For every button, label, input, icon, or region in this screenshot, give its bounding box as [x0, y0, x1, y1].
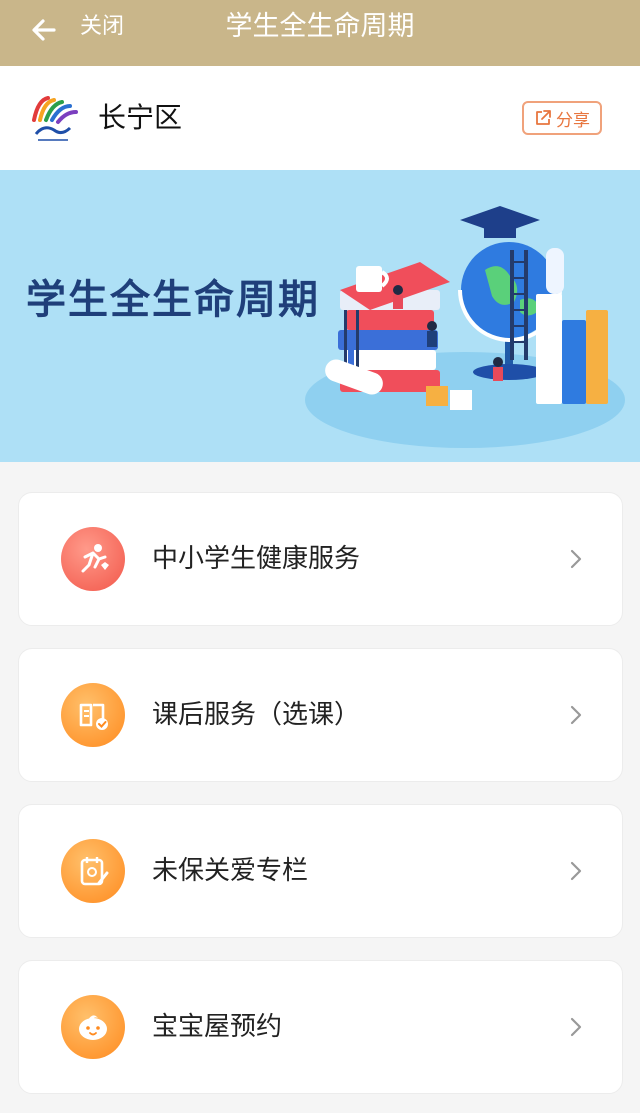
service-card-health[interactable]: 中小学生健康服务 [18, 492, 623, 626]
service-card-baby-house[interactable]: 宝宝屋预约 [18, 960, 623, 1094]
share-icon [536, 110, 551, 125]
service-label: 未保关爱专栏 [152, 856, 309, 886]
chevron-right-icon [570, 705, 582, 725]
service-label: 宝宝屋预约 [152, 1012, 283, 1042]
share-button[interactable]: 分享 [522, 101, 602, 135]
notebook-pen-icon [61, 839, 125, 903]
baby-face-icon [61, 995, 125, 1059]
top-bar: 关闭 学生全生命周期 [0, 0, 640, 66]
education-illustration [305, 206, 625, 448]
chevron-right-icon [570, 861, 582, 881]
service-card-after-school[interactable]: 课后服务（选课） [18, 648, 623, 782]
running-icon [61, 527, 125, 591]
share-label: 分享 [556, 110, 590, 131]
page-title: 学生全生命周期 [225, 11, 415, 42]
hero-banner: 学生全生命周期 [0, 170, 640, 462]
chevron-right-icon [570, 549, 582, 569]
service-label: 中小学生健康服务 [152, 544, 361, 574]
service-label: 课后服务（选课） [152, 700, 361, 730]
district-header: 长宁区 分享 [0, 66, 640, 170]
book-check-icon [61, 683, 125, 747]
district-logo [24, 90, 82, 148]
chevron-right-icon [570, 1017, 582, 1037]
service-card-minor-protection[interactable]: 未保关爱专栏 [18, 804, 623, 938]
district-name: 长宁区 [98, 101, 183, 134]
banner-title: 学生全生命周期 [26, 277, 320, 323]
